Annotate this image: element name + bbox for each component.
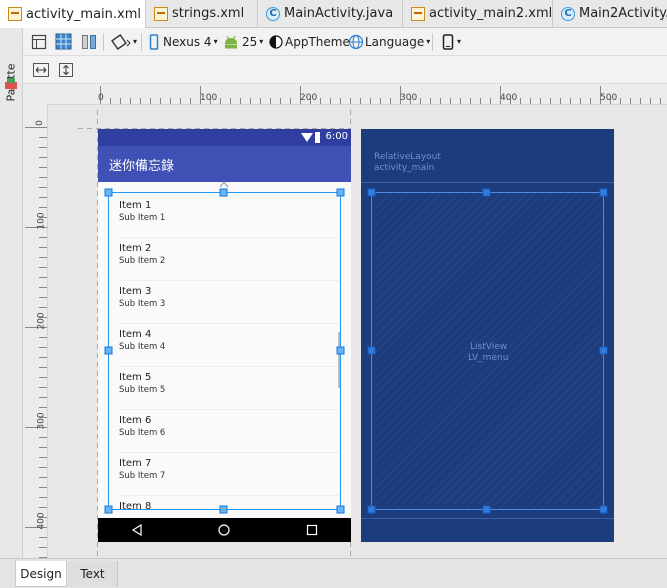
vertical-ruler: 0 100 200 300 400	[23, 104, 48, 558]
theme-icon	[269, 34, 283, 49]
tab-label: Main2Activity.java	[579, 6, 667, 21]
android-icon	[225, 35, 237, 48]
expand-horizontal-button[interactable]	[32, 56, 50, 83]
device-frame-dropdown[interactable]: ▾	[442, 28, 461, 55]
ruler-ticks	[25, 127, 47, 558]
chevron-down-icon: ▾	[213, 37, 218, 46]
tool-window-strip: Palette	[0, 28, 23, 558]
phone-frame-icon	[442, 33, 454, 50]
globe-icon	[348, 34, 364, 49]
ruler-label: 200	[300, 93, 318, 103]
design-preview[interactable]: 6:00 迷你備忘錄 Item 1 Sub Item 1 Item 2 Sub …	[98, 129, 351, 542]
tab-text[interactable]: Text	[68, 561, 118, 587]
ruler-label: 400	[36, 512, 47, 530]
class-icon: C	[561, 6, 575, 21]
expand-horizontal-icon	[33, 62, 49, 77]
blueprint-preview[interactable]: RelativeLayout activity_main ListView LV…	[361, 129, 614, 542]
xml-file-icon	[411, 6, 425, 21]
blueprint-overlay	[361, 182, 614, 519]
rotate-device-icon	[111, 33, 131, 50]
listview-id: LV_menu	[468, 353, 509, 363]
orientation-dropdown[interactable]: ▾	[111, 28, 137, 55]
palette-icon[interactable]	[4, 76, 18, 90]
theme-selector[interactable]: AppTheme	[269, 28, 350, 55]
editor-tab-bar: activity_main.xml × strings.xml C MainAc…	[0, 0, 667, 28]
ruler-label: 400	[500, 93, 518, 103]
size-toolbar	[23, 56, 667, 84]
tab-label: activity_main.xml	[26, 6, 142, 22]
ruler-label: 300	[36, 412, 47, 430]
toolbar-divider	[103, 33, 104, 51]
editor-mode-tabs: Design Text	[0, 558, 667, 588]
blueprint-view-button[interactable]	[55, 28, 72, 55]
design-surface-icon	[31, 34, 47, 49]
chevron-down-icon: ▾	[133, 37, 138, 46]
home-icon	[218, 524, 230, 536]
language-dropdown[interactable]: Language ▾	[348, 28, 430, 55]
class-icon: C	[266, 6, 280, 21]
tab-label: MainActivity.java	[284, 6, 394, 21]
api-level-dropdown[interactable]: 25 ▾	[222, 28, 263, 55]
ruler-label: 500	[600, 93, 618, 103]
expand-vertical-icon	[59, 62, 73, 77]
tab-label: activity_main2.xml	[429, 6, 553, 21]
ruler-label: 100	[36, 212, 47, 230]
toolbar-divider	[141, 33, 142, 51]
language-label: Language	[365, 34, 425, 49]
back-icon	[131, 524, 142, 536]
both-views-button[interactable]	[81, 28, 97, 55]
tab-strings-xml[interactable]: strings.xml	[146, 0, 258, 27]
recents-icon	[306, 524, 318, 536]
device-label: Nexus 4	[163, 34, 212, 49]
tab-mainactivity-java[interactable]: C MainActivity.java	[258, 0, 403, 27]
toolbar-divider	[432, 33, 433, 51]
expand-vertical-button[interactable]	[57, 56, 75, 83]
blueprint-icon	[55, 33, 72, 50]
ruler-label: 0	[34, 120, 45, 126]
api-level-label: 25	[242, 34, 258, 49]
theme-label: AppTheme	[285, 34, 350, 49]
xml-file-icon	[154, 6, 168, 21]
tab-activity-main-xml[interactable]: activity_main.xml ×	[0, 0, 146, 28]
phone-device-icon	[149, 33, 159, 50]
listview-type: ListView	[470, 342, 508, 352]
ruler-ticks	[100, 86, 661, 104]
ruler-label: 0	[98, 93, 104, 103]
xml-file-icon	[8, 7, 22, 21]
layout-toolbar: ▾ Nexus 4 ▾ 25 ▾ AppTheme Language ▾ ▾	[23, 28, 667, 56]
chevron-down-icon: ▾	[426, 37, 431, 46]
tab-design[interactable]: Design	[15, 561, 67, 587]
design-view-button[interactable]	[31, 28, 47, 55]
split-view-icon	[82, 34, 96, 49]
device-dropdown[interactable]: Nexus 4 ▾	[149, 28, 218, 55]
ruler-label: 200	[36, 312, 47, 330]
chevron-down-icon: ▾	[457, 37, 462, 46]
tab-activity-main2-xml[interactable]: activity_main2.xml	[403, 0, 553, 27]
tab-label: strings.xml	[172, 6, 245, 21]
horizontal-ruler: 0 100 200 300 400 500	[23, 84, 667, 105]
ruler-label: 100	[200, 93, 218, 103]
tab-main2activity-java[interactable]: C Main2Activity.java	[553, 0, 667, 27]
selection-overlay	[104, 181, 345, 514]
chevron-down-icon: ▾	[259, 37, 264, 46]
navigation-bar	[98, 518, 351, 542]
ruler-label: 300	[400, 93, 418, 103]
